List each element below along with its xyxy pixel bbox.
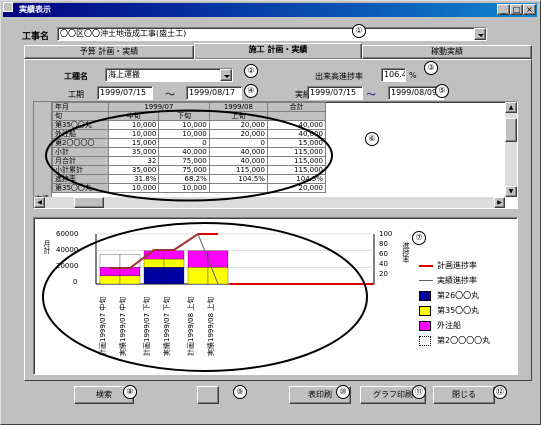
- legend-label: 外注船: [437, 321, 461, 330]
- marker-1: ①: [352, 24, 366, 38]
- marker-7: ⑦: [412, 231, 426, 245]
- project-value: 〇〇区〇〇沖土地造成工事(盛土工): [60, 29, 187, 38]
- marker-4: ④: [244, 84, 258, 98]
- blank-button[interactable]: [197, 386, 219, 404]
- actual-separator: 〜: [366, 90, 376, 101]
- period-from-field[interactable]: 1999/07/15: [97, 86, 153, 100]
- tab-construction[interactable]: 施工 計画・実績: [194, 43, 362, 59]
- tab-operation[interactable]: 稼動実績: [362, 45, 532, 59]
- y-tick-right: 100: [379, 230, 393, 238]
- period-separator: 〜: [165, 90, 175, 101]
- project-label: 工事名: [22, 32, 50, 42]
- chevron-down-icon[interactable]: [220, 69, 232, 81]
- legend-label: 計画進捗率: [437, 261, 477, 270]
- actual-from-field[interactable]: 1999/07/15: [307, 86, 363, 100]
- legend-swatch: [419, 336, 431, 346]
- legend-line-swatch: [419, 265, 433, 267]
- progress-rate-value: 106.4: [381, 68, 406, 82]
- legend-item: 第2〇〇〇〇丸: [419, 335, 517, 350]
- period-to-field[interactable]: 1999/08/17: [186, 86, 242, 100]
- legend-label: 第26〇〇丸: [437, 291, 480, 300]
- y-tick-right: 60: [379, 250, 388, 258]
- chart-legend: 計画進捗率 実績進捗率 第26〇〇丸 第35〇〇丸 外注船 第2〇〇〇〇丸: [419, 260, 517, 350]
- marker-12: ⑫: [493, 385, 507, 399]
- legend-swatch: [419, 321, 431, 331]
- legend-item: 外注船: [419, 320, 517, 335]
- marker-3: ③: [424, 61, 438, 75]
- highlight-ellipse: [42, 222, 368, 372]
- work-type-select[interactable]: 海上運搬: [105, 68, 233, 82]
- legend-label: 実績進捗率: [437, 276, 477, 285]
- marker-8: ⑧: [123, 385, 137, 399]
- marker-2: ②: [244, 64, 258, 78]
- title-bar: 実績表示: [3, 3, 537, 17]
- y-right-label: 進捗率: [402, 242, 410, 263]
- app-icon: [3, 2, 13, 12]
- legend-item: 実績進捗率: [419, 275, 517, 290]
- legend-line-swatch: [419, 280, 433, 281]
- marker-5: ⑤: [435, 84, 449, 98]
- work-type-label: 工種名: [64, 72, 88, 81]
- progress-rate-label: 出来高進捗率: [315, 72, 363, 81]
- legend-swatch: [419, 291, 431, 301]
- minimize-button[interactable]: _: [497, 4, 510, 15]
- y-tick-right: 40: [379, 260, 388, 268]
- scroll-right-icon[interactable]: ▶: [494, 197, 505, 208]
- grid-vscrollbar[interactable]: ▲ ▼: [505, 102, 517, 197]
- y-tick-right: 80: [379, 240, 388, 248]
- marker-11: ⑪: [412, 385, 426, 399]
- legend-item: 計画進捗率: [419, 260, 517, 275]
- marker-9: ⑨: [233, 385, 247, 399]
- y-tick-right: 20: [379, 270, 388, 278]
- period-label: 工期: [68, 90, 84, 99]
- marker-6: ⑥: [365, 132, 379, 146]
- marker-10: ⑩: [336, 385, 350, 399]
- legend-label: 第2〇〇〇〇丸: [437, 336, 491, 345]
- tab-budget[interactable]: 予算 計画・実績: [24, 45, 194, 59]
- window-title: 実績表示: [19, 5, 51, 14]
- legend-item: 第35〇〇丸: [419, 305, 517, 320]
- maximize-button[interactable]: □: [510, 4, 523, 15]
- project-select[interactable]: 〇〇区〇〇沖土地造成工事(盛土工): [57, 27, 487, 41]
- work-type-value: 海上運搬: [108, 70, 140, 79]
- highlight-ellipse: [45, 109, 333, 202]
- legend-swatch: [419, 306, 431, 316]
- legend-item: 第26〇〇丸: [419, 290, 517, 305]
- close-button[interactable]: 閉じる: [433, 386, 495, 404]
- progress-rate-unit: %: [409, 71, 417, 80]
- scroll-down-icon[interactable]: ▼: [505, 186, 517, 197]
- close-window-button[interactable]: ×: [523, 4, 536, 15]
- scroll-up-icon[interactable]: ▲: [505, 102, 517, 113]
- chevron-down-icon[interactable]: [474, 28, 486, 40]
- legend-label: 第35〇〇丸: [437, 306, 480, 315]
- scroll-thumb[interactable]: [505, 118, 517, 142]
